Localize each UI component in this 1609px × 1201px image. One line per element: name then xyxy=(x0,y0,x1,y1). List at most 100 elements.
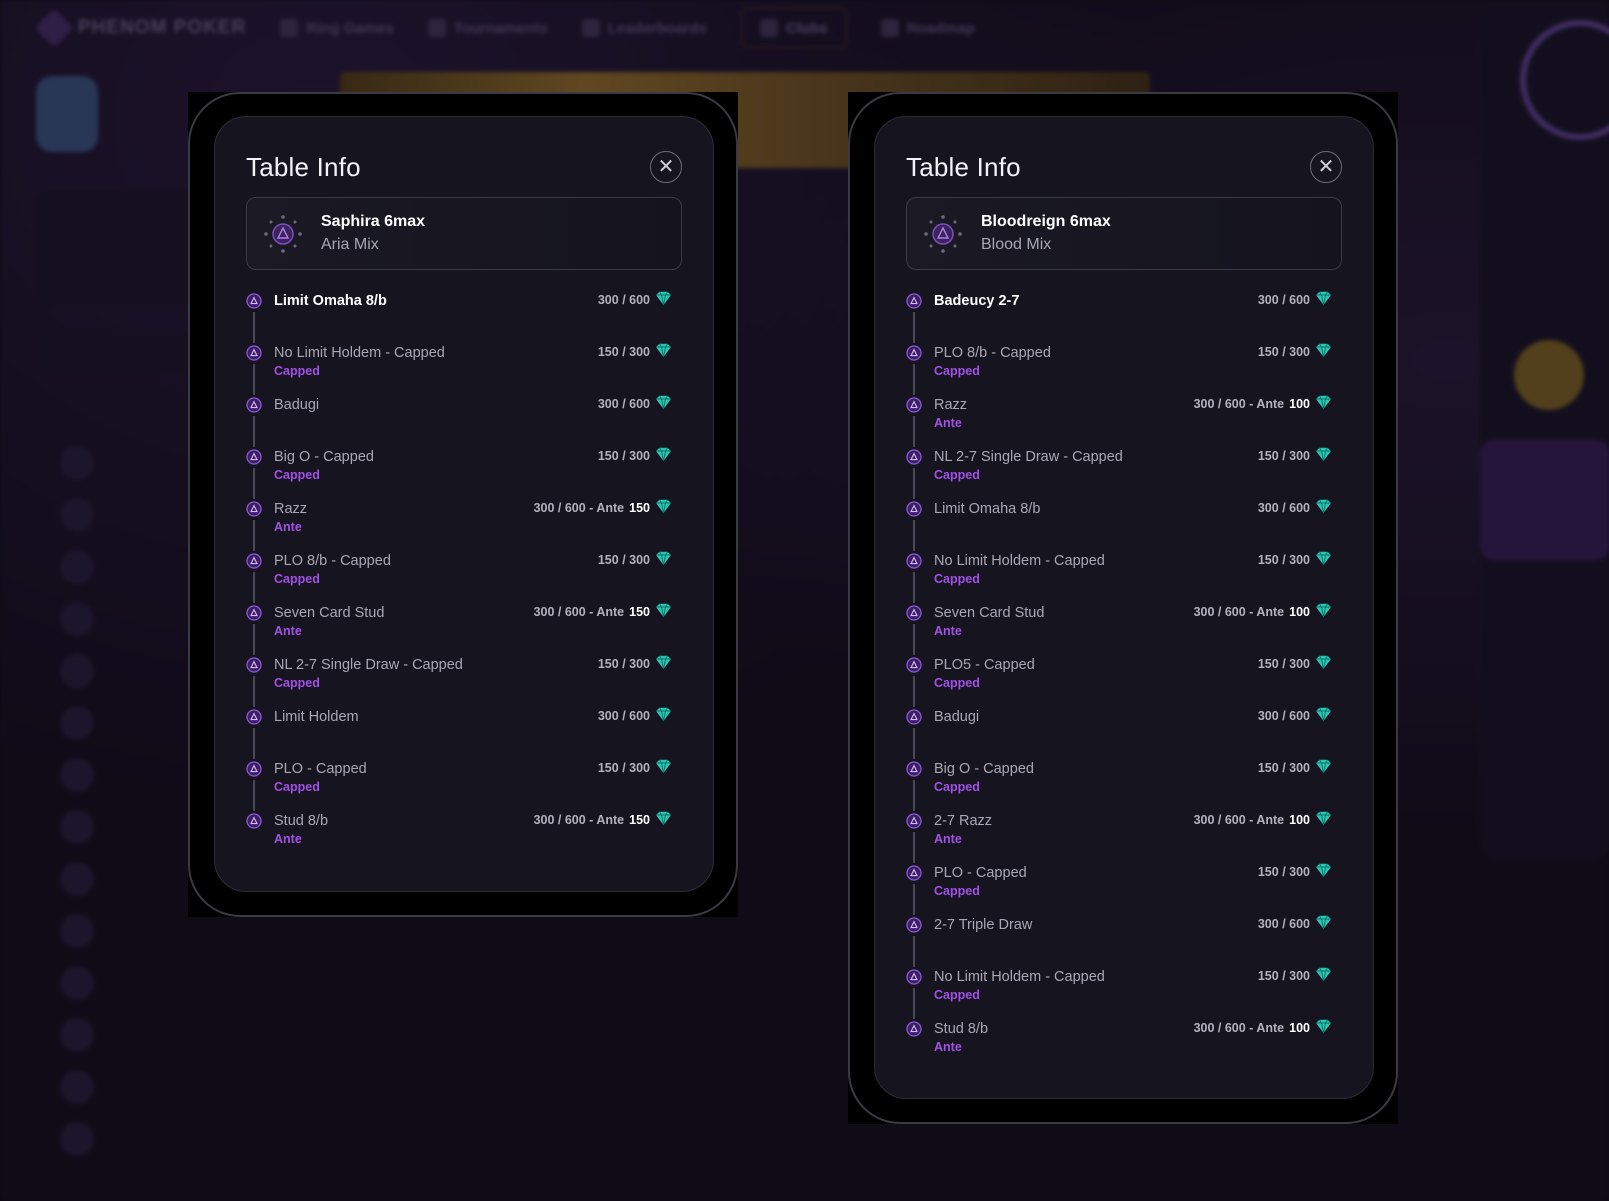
game-row: Badugi 300 / 600 xyxy=(906,707,1342,760)
table-info-modal: Table Info ✕ Bloodreign 6max Blood Mix B… xyxy=(874,116,1374,1099)
game-row: Razz Ante 300 / 600 - Ante 100 xyxy=(906,395,1342,448)
game-row: PLO - Capped Capped 150 / 300 xyxy=(246,759,682,812)
search-input[interactable] xyxy=(36,334,196,374)
roadmap-icon xyxy=(880,19,899,37)
close-button[interactable]: ✕ xyxy=(650,151,682,183)
game-row: 2-7 Triple Draw 300 / 600 xyxy=(906,915,1342,968)
gem-icon xyxy=(1315,499,1332,517)
gem-icon xyxy=(655,603,672,621)
game-modifier: Capped xyxy=(934,884,980,898)
stakes-value: 150 / 300 xyxy=(597,449,650,463)
nav-roadmap[interactable]: Roadmap xyxy=(880,19,975,37)
timeline-connector xyxy=(913,312,915,343)
gem-icon xyxy=(1315,967,1332,985)
stakes-value: 150 / 300 xyxy=(1257,969,1310,983)
nav-tournaments[interactable]: Tournaments xyxy=(427,19,548,37)
timeline-connector xyxy=(913,416,915,447)
stakes-value: 300 / 600 - Ante xyxy=(1193,813,1285,827)
timeline-connector xyxy=(253,364,255,395)
brand-mark-icon xyxy=(34,8,74,48)
game-stakes: 300 / 600 - Ante 150 xyxy=(534,811,672,829)
table-mix-name: Blood Mix xyxy=(981,236,1052,253)
gem-icon xyxy=(655,499,672,517)
gem-icon xyxy=(1315,915,1332,933)
gem-icon xyxy=(1315,759,1332,777)
nav-ring-games[interactable]: Ring Games xyxy=(280,19,394,37)
game-stakes: 300 / 600 - Ante 100 xyxy=(1194,603,1332,621)
timeline-connector xyxy=(253,416,255,447)
game-modifier: Capped xyxy=(274,572,320,586)
timeline-connector xyxy=(253,520,255,551)
stakes-value: 150 / 300 xyxy=(597,657,650,671)
game-stakes: 150 / 300 xyxy=(598,447,672,465)
table-name: Saphira 6max xyxy=(321,213,426,230)
game-stakes: 300 / 600 xyxy=(598,707,672,725)
table-summary-card: Bloodreign 6max Blood Mix xyxy=(906,197,1342,270)
stakes-value: 300 / 600 - Ante xyxy=(533,501,625,515)
timeline-connector xyxy=(253,624,255,655)
game-modifier: Ante xyxy=(274,624,302,638)
stakes-value: 150 / 300 xyxy=(1257,449,1310,463)
right-sidebar xyxy=(1480,0,1609,860)
gem-icon xyxy=(655,655,672,673)
close-icon: ✕ xyxy=(1317,156,1335,178)
timeline-connector xyxy=(253,676,255,707)
stakes-value: 300 / 600 - Ante xyxy=(1193,397,1285,411)
timeline-connector xyxy=(913,364,915,395)
avatar[interactable] xyxy=(1520,20,1609,140)
game-list: Badeucy 2-7 300 / 600 PLO 8/b - Capped Capp… xyxy=(906,291,1342,1072)
gem-icon xyxy=(1315,1019,1332,1037)
game-row: 2-7 Razz Ante 300 / 600 - Ante 100 xyxy=(906,811,1342,864)
game-stakes: 300 / 600 - Ante 100 xyxy=(1194,395,1332,413)
game-row: No Limit Holdem - Capped Capped 150 / 300 xyxy=(246,343,682,396)
trophy-icon xyxy=(427,19,446,37)
table-info-modal: Table Info ✕ Saphira 6max Aria Mix Limit… xyxy=(214,116,714,892)
stakes-value: 150 / 300 xyxy=(1257,865,1310,879)
gem-icon xyxy=(655,343,672,361)
gem-icon xyxy=(1315,707,1332,725)
game-row: Limit Omaha 8/b 300 / 600 xyxy=(906,499,1342,552)
stakes-value: 300 / 600 xyxy=(1257,709,1310,723)
gem-icon xyxy=(1315,291,1332,309)
ante-value: 100 xyxy=(1289,1021,1310,1035)
timeline-connector xyxy=(913,624,915,655)
gem-icon xyxy=(655,395,672,413)
ante-value: 100 xyxy=(1289,813,1310,827)
game-stakes: 300 / 600 xyxy=(598,291,672,309)
timeline-connector xyxy=(253,312,255,343)
gem-icon xyxy=(1315,551,1332,569)
promo-card[interactable] xyxy=(36,76,98,152)
game-stakes: 150 / 300 xyxy=(1258,551,1332,569)
game-modifier: Ante xyxy=(934,1040,962,1054)
stakes-value: 150 / 300 xyxy=(1257,657,1310,671)
table-mix-icon xyxy=(264,214,302,253)
game-row: PLO 8/b - Capped Capped 150 / 300 xyxy=(906,343,1342,396)
timeline-connector xyxy=(253,728,255,759)
stakes-value: 150 / 300 xyxy=(597,553,650,567)
game-modifier: Capped xyxy=(934,780,980,794)
game-modifier: Capped xyxy=(934,468,980,482)
nav-leaderboards[interactable]: Leaderboards xyxy=(581,19,707,37)
gem-icon xyxy=(1315,343,1332,361)
modal-header: Table Info ✕ xyxy=(246,149,682,185)
game-modifier: Ante xyxy=(934,416,962,430)
stakes-value: 300 / 600 xyxy=(1257,501,1310,515)
game-list: Limit Omaha 8/b 300 / 600 No Limit Holdem … xyxy=(246,291,682,864)
game-row: No Limit Holdem - Capped Capped 150 / 300 xyxy=(906,551,1342,604)
table-mix-name: Aria Mix xyxy=(321,236,379,253)
game-row: Stud 8/b Ante 300 / 600 - Ante 100 xyxy=(906,1019,1342,1072)
game-row: PLO - Capped Capped 150 / 300 xyxy=(906,863,1342,916)
game-modifier: Ante xyxy=(274,832,302,846)
filter-tile[interactable] xyxy=(36,190,196,305)
close-button[interactable]: ✕ xyxy=(1310,151,1342,183)
game-row: Seven Card Stud Ante 300 / 600 - Ante 100 xyxy=(906,603,1342,656)
game-modifier: Capped xyxy=(274,468,320,482)
table-row[interactable] xyxy=(60,1122,1440,1156)
stakes-value: 300 / 600 - Ante xyxy=(533,813,625,827)
nav-clubs[interactable]: Clubs xyxy=(740,8,847,48)
game-stakes: 150 / 300 xyxy=(1258,863,1332,881)
stakes-value: 300 / 600 - Ante xyxy=(1193,1021,1285,1035)
game-row: Seven Card Stud Ante 300 / 600 - Ante 150 xyxy=(246,603,682,656)
game-stakes: 300 / 600 xyxy=(1258,707,1332,725)
refer-banner[interactable] xyxy=(1480,440,1609,560)
